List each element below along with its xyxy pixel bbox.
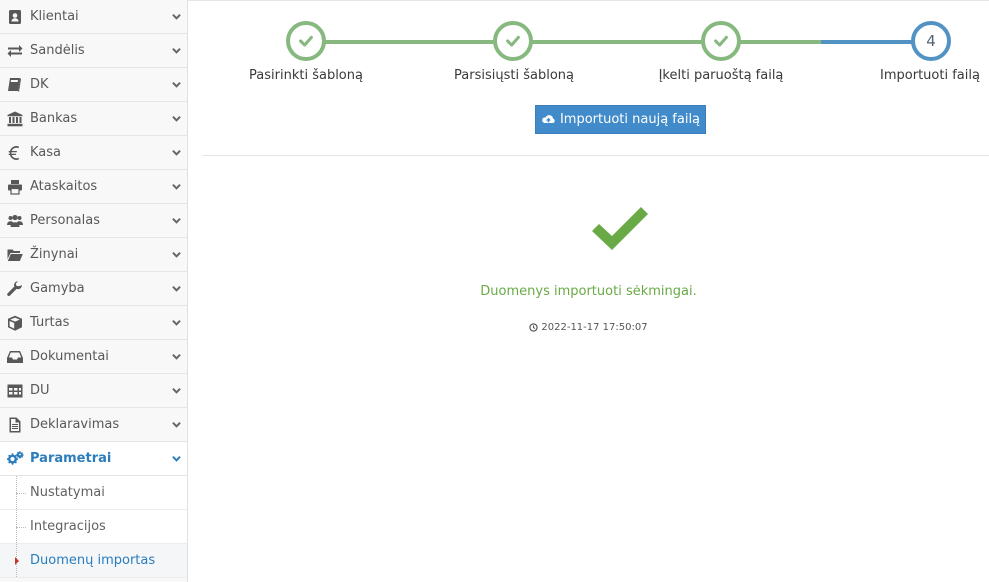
success-check-icon <box>592 207 648 250</box>
sidebar: Klientai Sandėlis DK Bankas Kasa Ataskai <box>0 0 188 582</box>
sidebar-item-label: Kasa <box>30 145 62 160</box>
cloud-upload-icon <box>542 114 555 123</box>
submenu-item-duomenu-importas[interactable]: Duomenų importas <box>0 544 187 578</box>
check-icon <box>506 35 520 47</box>
sidebar-item-label: Turtas <box>30 315 70 330</box>
folder-open-icon <box>4 246 26 264</box>
sidebar-item-label: Bankas <box>30 111 78 126</box>
chevron-down-icon <box>165 114 187 123</box>
sidebar-item-dokumentai[interactable]: Dokumentai <box>0 340 187 374</box>
chevron-down-icon <box>165 454 187 463</box>
chevron-down-icon <box>165 318 187 327</box>
sidebar-item-label: Gamyba <box>30 281 85 296</box>
submenu-item-integracijos[interactable]: Integracijos <box>0 510 187 544</box>
step-connector <box>513 40 721 44</box>
sidebar-item-label: Žinynai <box>30 247 79 262</box>
book-icon <box>4 76 26 94</box>
table-icon <box>4 382 26 400</box>
submenu-item-nustatymai[interactable]: Nustatymai <box>0 476 187 510</box>
gears-icon <box>4 450 26 468</box>
import-new-file-label: Importuoti naują failą <box>559 112 701 127</box>
check-icon <box>714 35 728 47</box>
exchange-arrows-icon <box>4 42 26 60</box>
sidebar-item-label: Sandėlis <box>30 43 85 58</box>
wrench-icon <box>4 280 26 298</box>
import-new-file-button[interactable]: Importuoti naują failą <box>535 105 706 134</box>
sidebar-item-label: Ataskaitos <box>30 179 98 194</box>
success-message: Duomenys importuoti sėkmingai. <box>480 284 697 299</box>
chevron-down-icon <box>165 182 187 191</box>
step-2-title: Parsisiųsti šabloną <box>454 68 574 83</box>
import-wizard-steps: 4 Pasirinkti šabloną Parsisiųsti šabloną… <box>188 1 989 101</box>
sidebar-item-bankas[interactable]: Bankas <box>0 102 187 136</box>
chevron-down-icon <box>165 12 187 21</box>
chevron-down-icon <box>165 284 187 293</box>
step-2-circle <box>493 21 533 61</box>
sidebar-item-deklaravimas[interactable]: Deklaravimas <box>0 408 187 442</box>
clock-icon <box>529 323 539 332</box>
chevron-down-icon <box>165 386 187 395</box>
sidebar-item-kasa[interactable]: Kasa <box>0 136 187 170</box>
sidebar-item-ataskaitos[interactable]: Ataskaitos <box>0 170 187 204</box>
sidebar-item-sandelis[interactable]: Sandėlis <box>0 34 187 68</box>
sidebar-item-label: DU <box>30 383 50 398</box>
inbox-icon <box>4 348 26 366</box>
sidebar-item-gamyba[interactable]: Gamyba <box>0 272 187 306</box>
sidebar-item-label: Dokumentai <box>30 349 109 364</box>
sidebar-item-klientai[interactable]: Klientai <box>0 0 187 34</box>
chevron-down-icon <box>165 250 187 259</box>
chevron-down-icon <box>165 420 187 429</box>
divider <box>202 155 989 156</box>
submenu-item-label: Duomenų importas <box>30 553 156 568</box>
chevron-down-icon <box>165 216 187 225</box>
sidebar-item-turtas[interactable]: Turtas <box>0 306 187 340</box>
sidebar-item-label: Parametrai <box>30 451 112 466</box>
check-icon <box>299 35 313 47</box>
printer-icon <box>4 178 26 196</box>
sidebar-item-label: DK <box>30 77 49 92</box>
chevron-down-icon <box>165 352 187 361</box>
sidebar-item-du[interactable]: DU <box>0 374 187 408</box>
sidebar-item-label: Personalas <box>30 213 101 228</box>
file-text-icon <box>4 416 26 434</box>
sidebar-item-personalas[interactable]: Personalas <box>0 204 187 238</box>
chevron-down-icon <box>165 46 187 55</box>
import-timestamp: 2022-11-17 17:50:07 <box>188 322 989 333</box>
sidebar-item-dk[interactable]: DK <box>0 68 187 102</box>
address-book-icon <box>4 8 26 26</box>
sidebar-item-parametrai[interactable]: Parametrai <box>0 442 187 476</box>
sidebar-item-zinynai[interactable]: Žinynai <box>0 238 187 272</box>
chevron-down-icon <box>165 148 187 157</box>
chevron-down-icon <box>165 80 187 89</box>
cube-icon <box>4 314 26 332</box>
users-icon <box>4 212 26 230</box>
caret-right-icon <box>15 557 19 565</box>
step-4-title: Importuoti failą <box>880 68 980 83</box>
step-3-circle <box>701 21 741 61</box>
step-connector <box>308 40 513 44</box>
step-1-circle <box>286 21 326 61</box>
step-number: 4 <box>926 32 936 50</box>
sidebar-item-label: Klientai <box>30 9 79 24</box>
sidebar-item-label: Deklaravimas <box>30 417 120 432</box>
timestamp-text: 2022-11-17 17:50:07 <box>541 322 648 333</box>
step-1-title: Pasirinkti šabloną <box>249 68 363 83</box>
step-3-title: Įkelti paruoštą failą <box>658 68 784 83</box>
main-content: 4 Pasirinkti šabloną Parsisiųsti šabloną… <box>188 0 989 582</box>
step-4-circle: 4 <box>911 21 951 61</box>
euro-icon <box>4 144 26 162</box>
submenu-item-label: Nustatymai <box>30 485 105 500</box>
submenu-item-label: Integracijos <box>30 519 106 534</box>
bank-icon <box>4 110 26 128</box>
